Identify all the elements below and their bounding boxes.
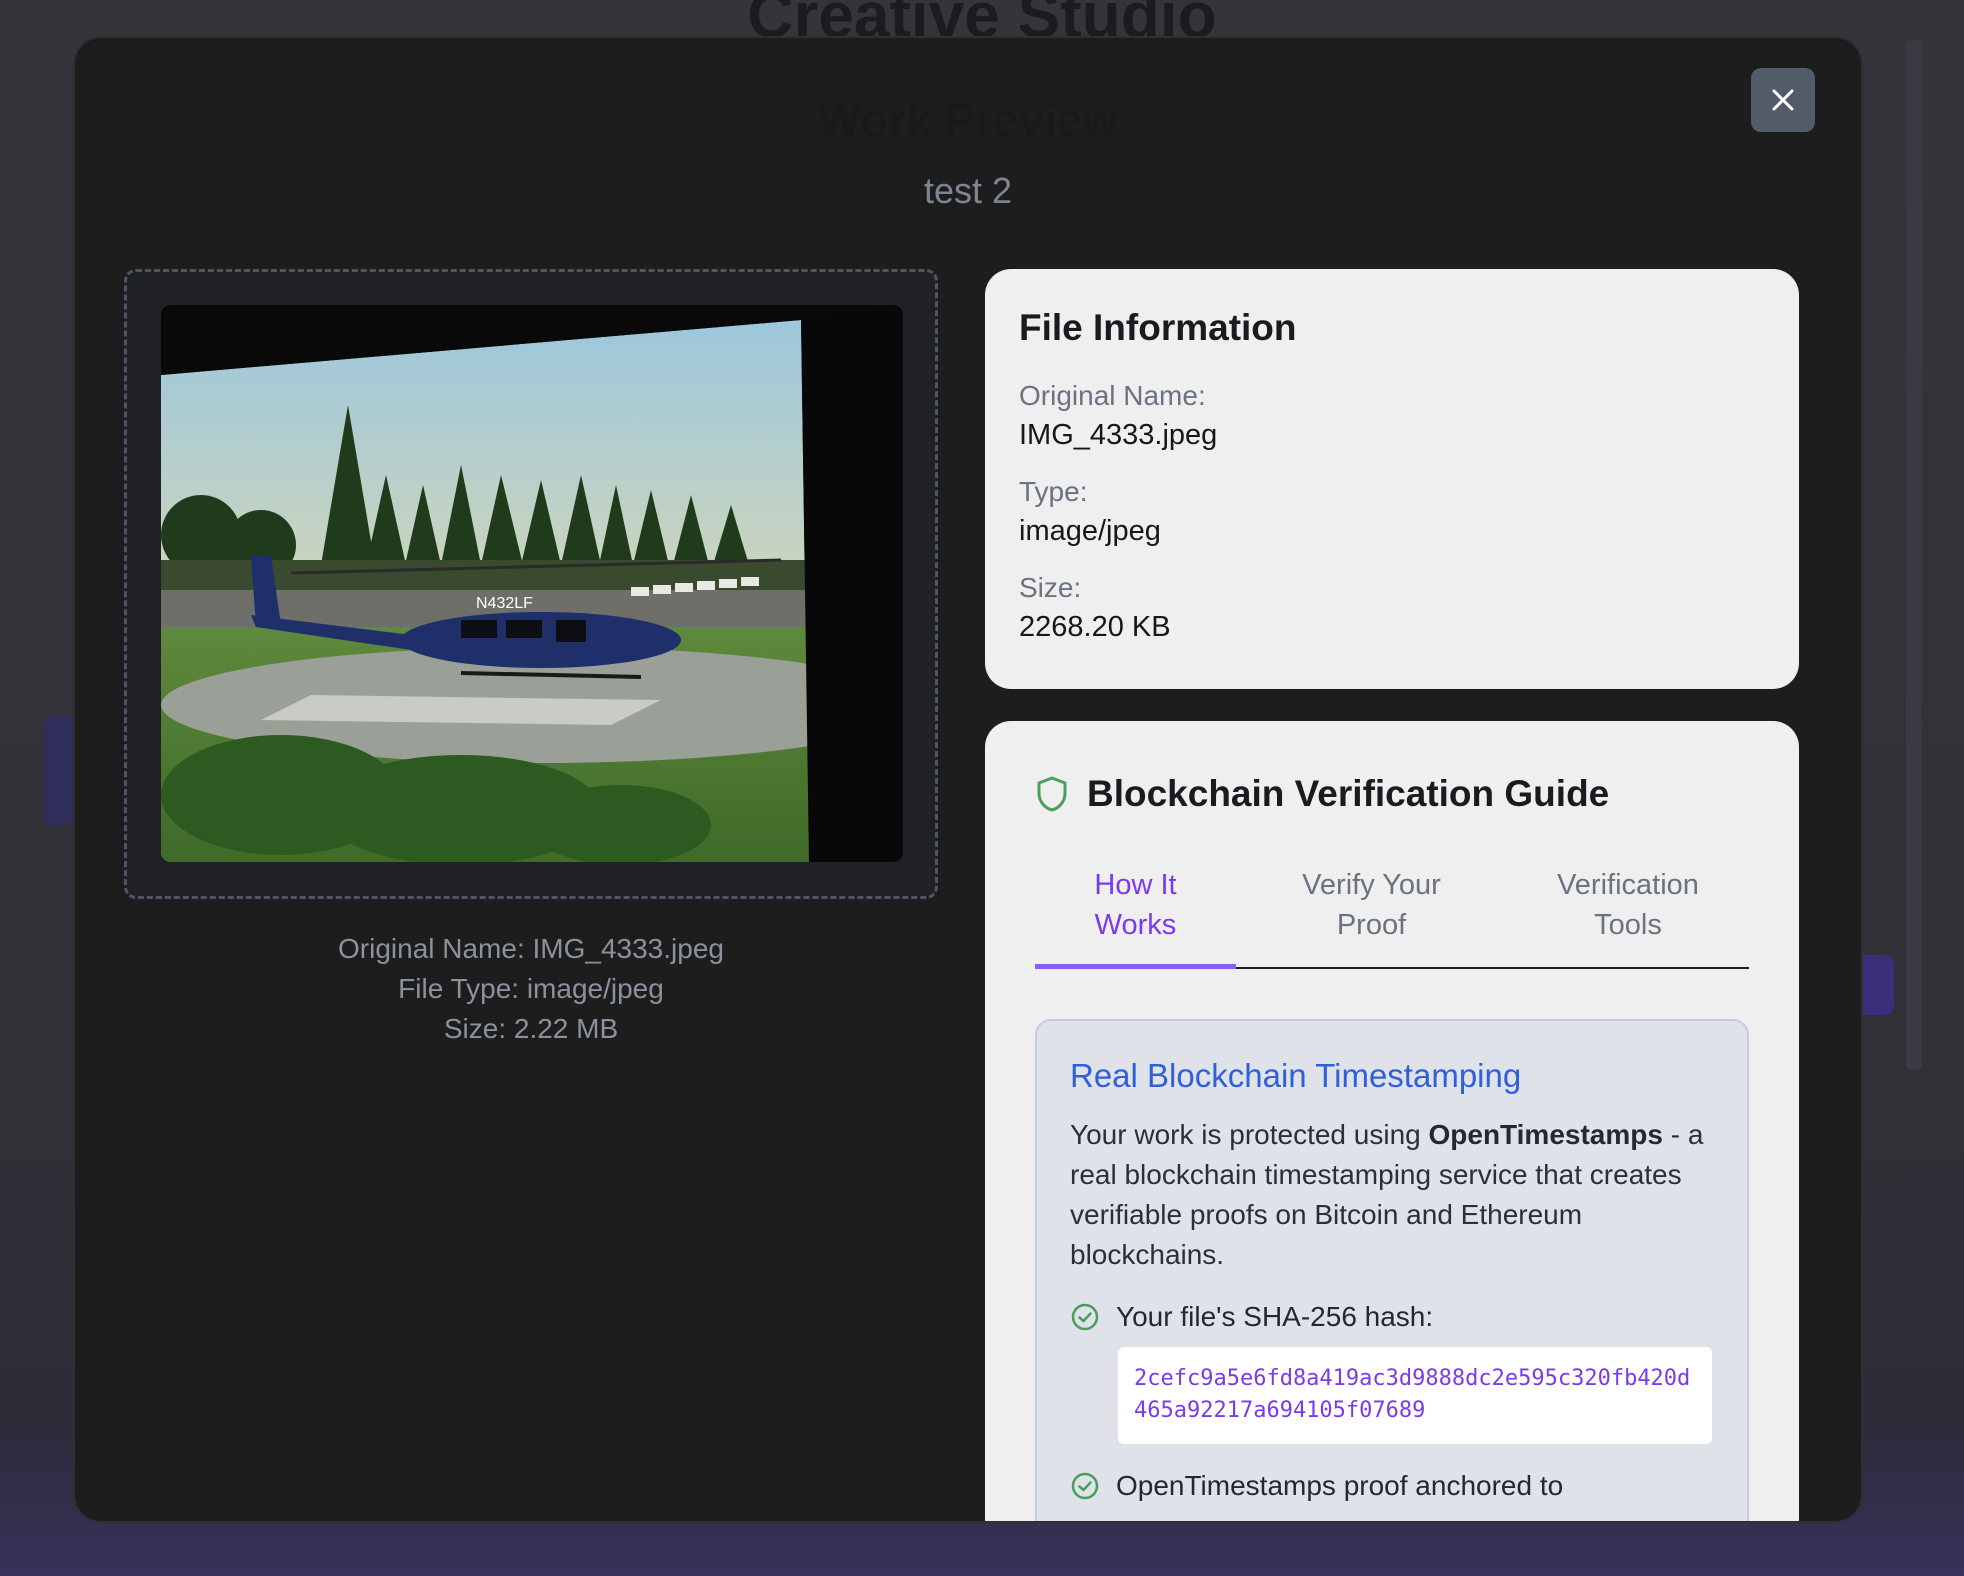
original-name-value: IMG_4333.jpeg — [1019, 419, 1218, 451]
hash-label: Your file's SHA-256 hash: — [1116, 1301, 1434, 1332]
tab-verify-your-proof[interactable]: Verify Your Proof — [1236, 857, 1507, 967]
check-circle-icon — [1071, 1472, 1099, 1500]
opentimestamps-emphasis: OpenTimestamps — [1428, 1119, 1663, 1150]
type-label: Type: — [1019, 476, 1088, 507]
anchor-label: OpenTimestamps proof anchored to — [1116, 1470, 1564, 1501]
original-name-label: Original Name: — [1019, 380, 1206, 411]
anchor-check-row: OpenTimestamps proof anchored to — [1070, 1470, 1714, 1502]
file-information-card: File Information Original Name: IMG_4333… — [985, 269, 1799, 689]
check-circle-icon — [1071, 1303, 1099, 1331]
modal-title: Work Preview — [817, 94, 1119, 146]
guide-title: Blockchain Verification Guide — [1087, 773, 1610, 814]
modal-subtitle: test 2 — [923, 170, 1013, 211]
tab-how-it-works[interactable]: How It Works — [1035, 857, 1236, 969]
tab-verify-your-proof-line1: Verify Your — [1302, 869, 1441, 901]
tab-verify-your-proof-line2: Proof — [1336, 909, 1407, 941]
tab-verification-tools[interactable]: Verification Tools — [1507, 857, 1749, 967]
verification-guide-card: Blockchain Verification Guide How It Wor… — [985, 721, 1799, 1521]
guide-header: Blockchain Verification Guide — [1035, 773, 1749, 815]
type-value: image/jpeg — [1019, 515, 1161, 547]
how-it-works-panel: Real Blockchain Timestamping Your work i… — [1035, 1019, 1749, 1521]
guide-tabs: How It Works Verify Your Proof Verificat… — [1035, 857, 1749, 969]
work-preview-image: N432LF — [161, 305, 903, 862]
tab-verification-tools-line1: Verification — [1557, 869, 1699, 901]
size-value: 2268.20 KB — [1019, 611, 1171, 643]
panel-description-start: Your work is protected using — [1070, 1119, 1429, 1150]
work-preview-modal: Work Preview test 2 N432LF Original Name… — [73, 36, 1863, 1523]
helicopter-tail-number: N432LF — [476, 595, 533, 612]
panel-title: Real Blockchain Timestamping — [1070, 1057, 1522, 1094]
hash-check-row: Your file's SHA-256 hash: — [1070, 1301, 1714, 1333]
panel-description: Your work is protected using OpenTimesta… — [1070, 1115, 1714, 1275]
tab-how-it-works-line2: Works — [1094, 909, 1177, 941]
preview-original-name: Original Name: IMG_4333.jpeg — [338, 933, 724, 964]
background-scrollbar — [1906, 40, 1922, 1070]
tab-verification-tools-line2: Tools — [1594, 909, 1662, 941]
preview-file-type: File Type: image/jpeg — [398, 973, 664, 1004]
file-information-title: File Information — [1019, 307, 1297, 348]
preview-frame: N432LF — [124, 269, 938, 899]
sha256-hash-value[interactable]: 2cefc9a5e6fd8a419ac3d9888dc2e595c320fb42… — [1118, 1347, 1712, 1444]
preview-file-meta: Original Name: IMG_4333.jpeg File Type: … — [124, 929, 938, 1049]
tab-how-it-works-line1: How It — [1094, 869, 1177, 901]
shield-icon — [1037, 776, 1067, 812]
preview-file-size: Size: 2.22 MB — [443, 1013, 619, 1044]
size-label: Size: — [1019, 572, 1082, 603]
